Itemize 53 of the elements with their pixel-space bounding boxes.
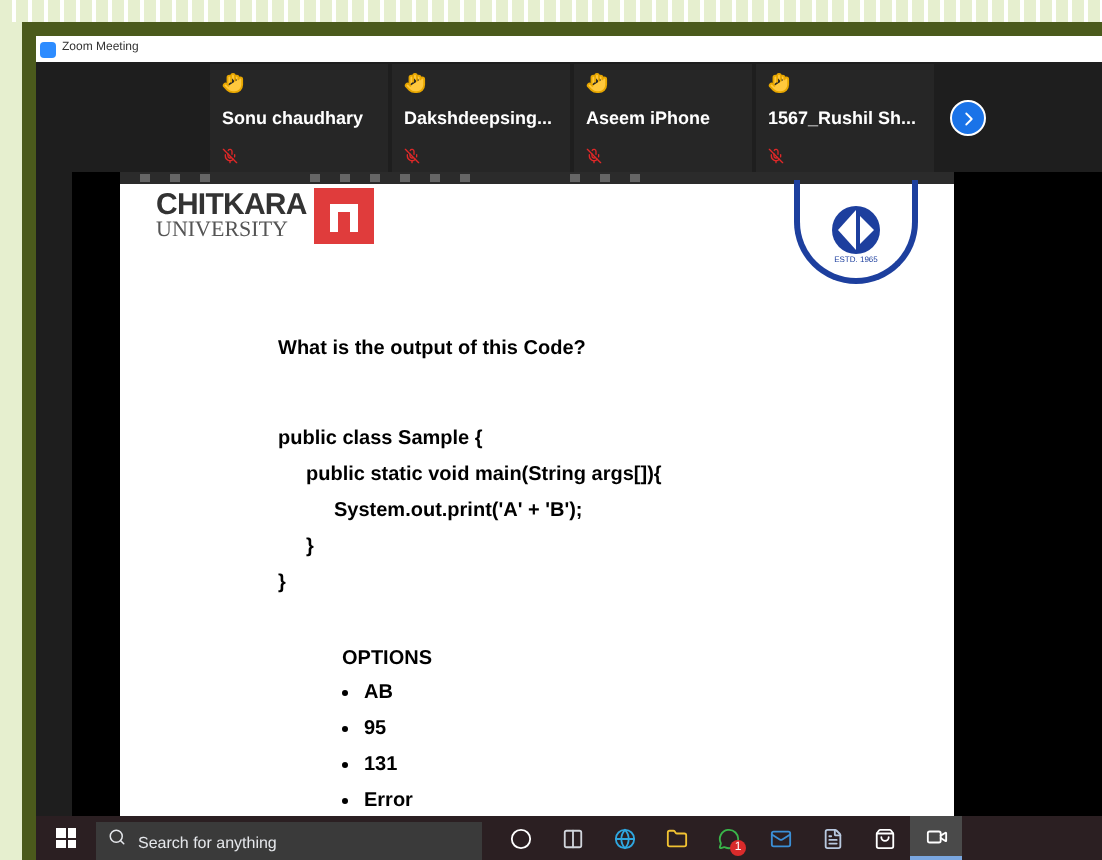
option-text: AB xyxy=(364,680,393,708)
mail-icon xyxy=(769,827,791,849)
toolbar-icon[interactable] xyxy=(400,174,410,182)
toolbar-icon[interactable] xyxy=(200,174,210,182)
toolbar-icon[interactable] xyxy=(340,174,350,182)
chat-bubble-icon xyxy=(717,827,739,849)
toolbar-icon[interactable] xyxy=(140,174,150,182)
options-heading: OPTIONS xyxy=(342,646,433,674)
toolbar-icon[interactable] xyxy=(170,174,180,182)
bullet-icon xyxy=(342,762,348,768)
participant-name: 1567_Rushil Sh... xyxy=(768,106,917,132)
search-field[interactable]: Search for anything xyxy=(96,821,482,860)
participant-name: Aseem iPhone xyxy=(586,106,711,132)
code-line: } xyxy=(278,570,286,598)
bullet-icon xyxy=(342,798,348,804)
taskbar-app-button[interactable] xyxy=(910,816,962,860)
option-text: Error xyxy=(364,788,413,816)
bullet-icon xyxy=(342,690,348,696)
toolbar-icon[interactable] xyxy=(460,174,470,182)
question-text: What is the output of this Code? xyxy=(278,336,586,364)
code-line: } xyxy=(306,534,314,562)
participant-name: Dakshdeepsing... xyxy=(404,106,553,132)
circle-icon xyxy=(509,827,531,849)
globe-icon xyxy=(613,827,635,849)
toolbar-icon[interactable] xyxy=(600,174,610,182)
shopping-bag-icon xyxy=(873,827,895,849)
next-page-button[interactable] xyxy=(950,100,986,136)
code-line: System.out.print('A' + 'B'); xyxy=(334,498,583,526)
participant-tile[interactable]: Sonu chaudhary xyxy=(210,64,388,172)
search-icon xyxy=(108,828,126,846)
video-camera-icon xyxy=(925,825,947,847)
code-line: public static void main(String args[]){ xyxy=(306,462,662,490)
diamond-emblem-icon xyxy=(826,206,886,254)
toolbar-icon[interactable] xyxy=(570,174,580,182)
windows-start-icon[interactable] xyxy=(56,828,76,848)
participant-name: Sonu chaudhary xyxy=(222,106,364,132)
bullet-icon xyxy=(342,726,348,732)
toolbar-icon[interactable] xyxy=(310,174,320,182)
option-text: 95 xyxy=(364,716,387,744)
video-camera-icon xyxy=(40,41,56,57)
participant-tile[interactable]: Dakshdeepsing... xyxy=(392,64,570,172)
toolbar-icon[interactable] xyxy=(370,174,380,182)
participant-tile[interactable]: 1567_Rushil Sh... xyxy=(756,64,934,172)
option-text: 131 xyxy=(364,752,398,780)
participant-tile[interactable]: Aseem iPhone xyxy=(574,64,752,172)
logo-subtitle: UNIVERSITY xyxy=(156,220,290,242)
logo-wordmark: CHITKARA xyxy=(156,190,307,220)
panes-icon xyxy=(561,827,583,849)
toolbar-icon[interactable] xyxy=(630,174,640,182)
code-line: public class Sample { xyxy=(278,426,483,454)
document-icon xyxy=(821,827,843,849)
toolbar-icon[interactable] xyxy=(430,174,440,182)
folder-icon xyxy=(665,827,687,849)
